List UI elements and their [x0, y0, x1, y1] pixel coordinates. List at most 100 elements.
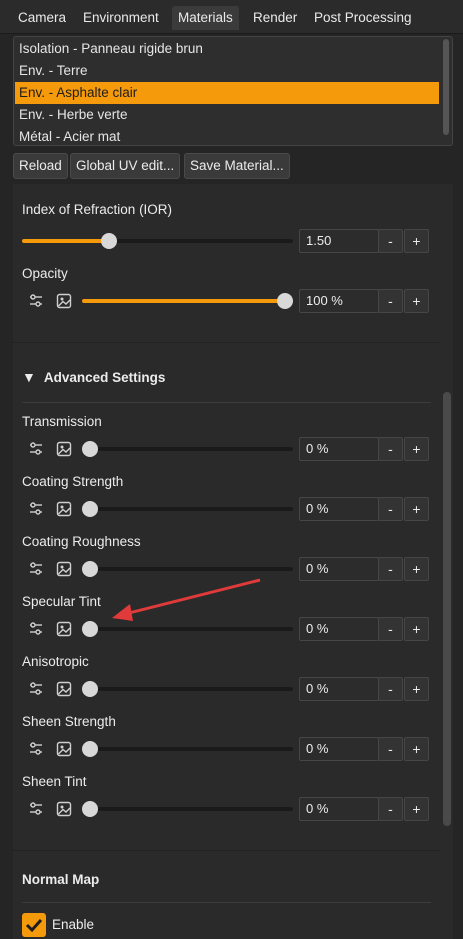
specular-tint-increment-button[interactable]: + — [404, 617, 429, 641]
image-icon[interactable] — [56, 501, 72, 517]
transmission-value-field[interactable]: 0 % — [299, 437, 379, 461]
image-icon[interactable] — [56, 293, 72, 309]
image-icon[interactable] — [56, 681, 72, 697]
sliders-icon[interactable] — [28, 501, 44, 517]
opacity-increment-button[interactable]: + — [404, 289, 429, 313]
coating-strength-value-field[interactable]: 0 % — [299, 497, 379, 521]
coating-roughness-increment-button[interactable]: + — [404, 557, 429, 581]
transmission-slider[interactable] — [82, 447, 293, 451]
specular-tint-decrement-button[interactable]: - — [378, 617, 403, 641]
material-item[interactable]: Env. - Terre — [15, 60, 439, 82]
coating-roughness-label: Coating Roughness — [22, 534, 141, 549]
ior-increment-button[interactable]: + — [404, 229, 429, 253]
sliders-icon[interactable] — [28, 561, 44, 577]
ior-slider-handle[interactable] — [100, 233, 117, 249]
advanced-settings-toggle[interactable]: ▼ Advanced Settings — [22, 369, 165, 385]
image-icon[interactable] — [56, 741, 72, 757]
coating-roughness-value-field[interactable]: 0 % — [299, 557, 379, 581]
coating-strength-decrement-button[interactable]: - — [378, 497, 403, 521]
coating-roughness-slider[interactable] — [82, 567, 293, 571]
material-item[interactable]: Métal - Acier mat — [15, 126, 439, 145]
sliders-icon[interactable] — [28, 441, 44, 457]
anisotropic-decrement-button[interactable]: - — [378, 677, 403, 701]
material-item[interactable]: Isolation - Panneau rigide brun — [15, 38, 439, 60]
normal-map-divider — [22, 902, 431, 903]
section-divider — [13, 850, 441, 851]
sheen-tint-slider-handle[interactable] — [82, 801, 98, 817]
coating-strength-slider-handle[interactable] — [82, 501, 98, 517]
material-list-scrollbar[interactable] — [442, 39, 450, 143]
opacity-slider[interactable] — [82, 299, 293, 303]
image-icon[interactable] — [56, 801, 72, 817]
anisotropic-increment-button[interactable]: + — [404, 677, 429, 701]
transmission-slider-handle[interactable] — [82, 441, 98, 457]
sliders-icon[interactable] — [28, 293, 44, 309]
ior-slider-fill — [22, 239, 109, 243]
reload-button[interactable]: Reload — [13, 153, 68, 179]
sheen-tint-slider[interactable] — [82, 807, 293, 811]
tab-render[interactable]: Render — [247, 6, 303, 30]
sheen-tint-value-field[interactable]: 0 % — [299, 797, 379, 821]
sheen-tint-increment-button[interactable]: + — [404, 797, 429, 821]
tab-bar: Camera Environment Materials Render Post… — [0, 0, 463, 34]
image-icon[interactable] — [56, 441, 72, 457]
tab-environment[interactable]: Environment — [77, 6, 165, 30]
ior-label: Index of Refraction (IOR) — [22, 202, 173, 217]
image-icon[interactable] — [56, 561, 72, 577]
panel-scrollbar[interactable] — [443, 392, 451, 826]
specular-tint-value-field[interactable]: 0 % — [299, 617, 379, 641]
sliders-icon[interactable] — [28, 681, 44, 697]
specular-tint-slider-handle[interactable] — [82, 621, 98, 637]
specular-tint-slider[interactable] — [82, 627, 293, 631]
anisotropic-value-field[interactable]: 0 % — [299, 677, 379, 701]
image-icon[interactable] — [56, 621, 72, 637]
advanced-divider — [22, 402, 431, 403]
sheen-tint-decrement-button[interactable]: - — [378, 797, 403, 821]
anisotropic-label: Anisotropic — [22, 654, 89, 669]
opacity-decrement-button[interactable]: - — [378, 289, 403, 313]
tab-post-processing[interactable]: Post Processing — [308, 6, 418, 30]
global-uv-edit-button[interactable]: Global UV edit... — [70, 153, 181, 179]
material-list[interactable]: Isolation - Panneau rigide brun Env. - T… — [13, 36, 453, 146]
ior-value-field[interactable]: 1.50 — [299, 229, 379, 253]
sheen-strength-label: Sheen Strength — [22, 714, 116, 729]
ior-slider[interactable] — [22, 239, 293, 243]
tab-camera[interactable]: Camera — [12, 6, 72, 30]
material-item[interactable]: Env. - Herbe verte — [15, 104, 439, 126]
coating-roughness-slider-handle[interactable] — [82, 561, 98, 577]
coating-strength-slider[interactable] — [82, 507, 293, 511]
coating-strength-label: Coating Strength — [22, 474, 124, 489]
coating-strength-increment-button[interactable]: + — [404, 497, 429, 521]
coating-roughness-decrement-button[interactable]: - — [378, 557, 403, 581]
opacity-slider-handle[interactable] — [277, 293, 293, 309]
anisotropic-slider[interactable] — [82, 687, 293, 691]
sliders-icon[interactable] — [28, 741, 44, 757]
transmission-increment-button[interactable]: + — [404, 437, 429, 461]
sheen-strength-slider[interactable] — [82, 747, 293, 751]
save-material-button[interactable]: Save Material... — [184, 153, 290, 179]
sheen-strength-increment-button[interactable]: + — [404, 737, 429, 761]
opacity-label: Opacity — [22, 266, 68, 281]
transmission-label: Transmission — [22, 414, 102, 429]
transmission-decrement-button[interactable]: - — [378, 437, 403, 461]
checkmark-icon — [25, 918, 43, 933]
ior-decrement-button[interactable]: - — [378, 229, 403, 253]
collapse-arrow-icon: ▼ — [22, 369, 36, 385]
normal-map-enable-label: Enable — [52, 917, 95, 932]
advanced-settings-title: Advanced Settings — [43, 370, 166, 385]
material-item-selected[interactable]: Env. - Asphalte clair — [15, 82, 439, 104]
anisotropic-slider-handle[interactable] — [82, 681, 98, 697]
section-divider — [13, 342, 441, 343]
sheen-strength-slider-handle[interactable] — [82, 741, 98, 757]
opacity-value-field[interactable]: 100 % — [299, 289, 379, 313]
sheen-strength-decrement-button[interactable]: - — [378, 737, 403, 761]
sliders-icon[interactable] — [28, 801, 44, 817]
normal-map-title: Normal Map — [22, 872, 100, 887]
opacity-slider-fill — [82, 299, 293, 303]
specular-tint-label: Specular Tint — [22, 594, 101, 609]
sliders-icon[interactable] — [28, 621, 44, 637]
normal-map-enable-checkbox[interactable] — [22, 913, 46, 937]
tab-materials[interactable]: Materials — [172, 6, 239, 30]
sheen-strength-value-field[interactable]: 0 % — [299, 737, 379, 761]
sheen-tint-label: Sheen Tint — [22, 774, 87, 789]
